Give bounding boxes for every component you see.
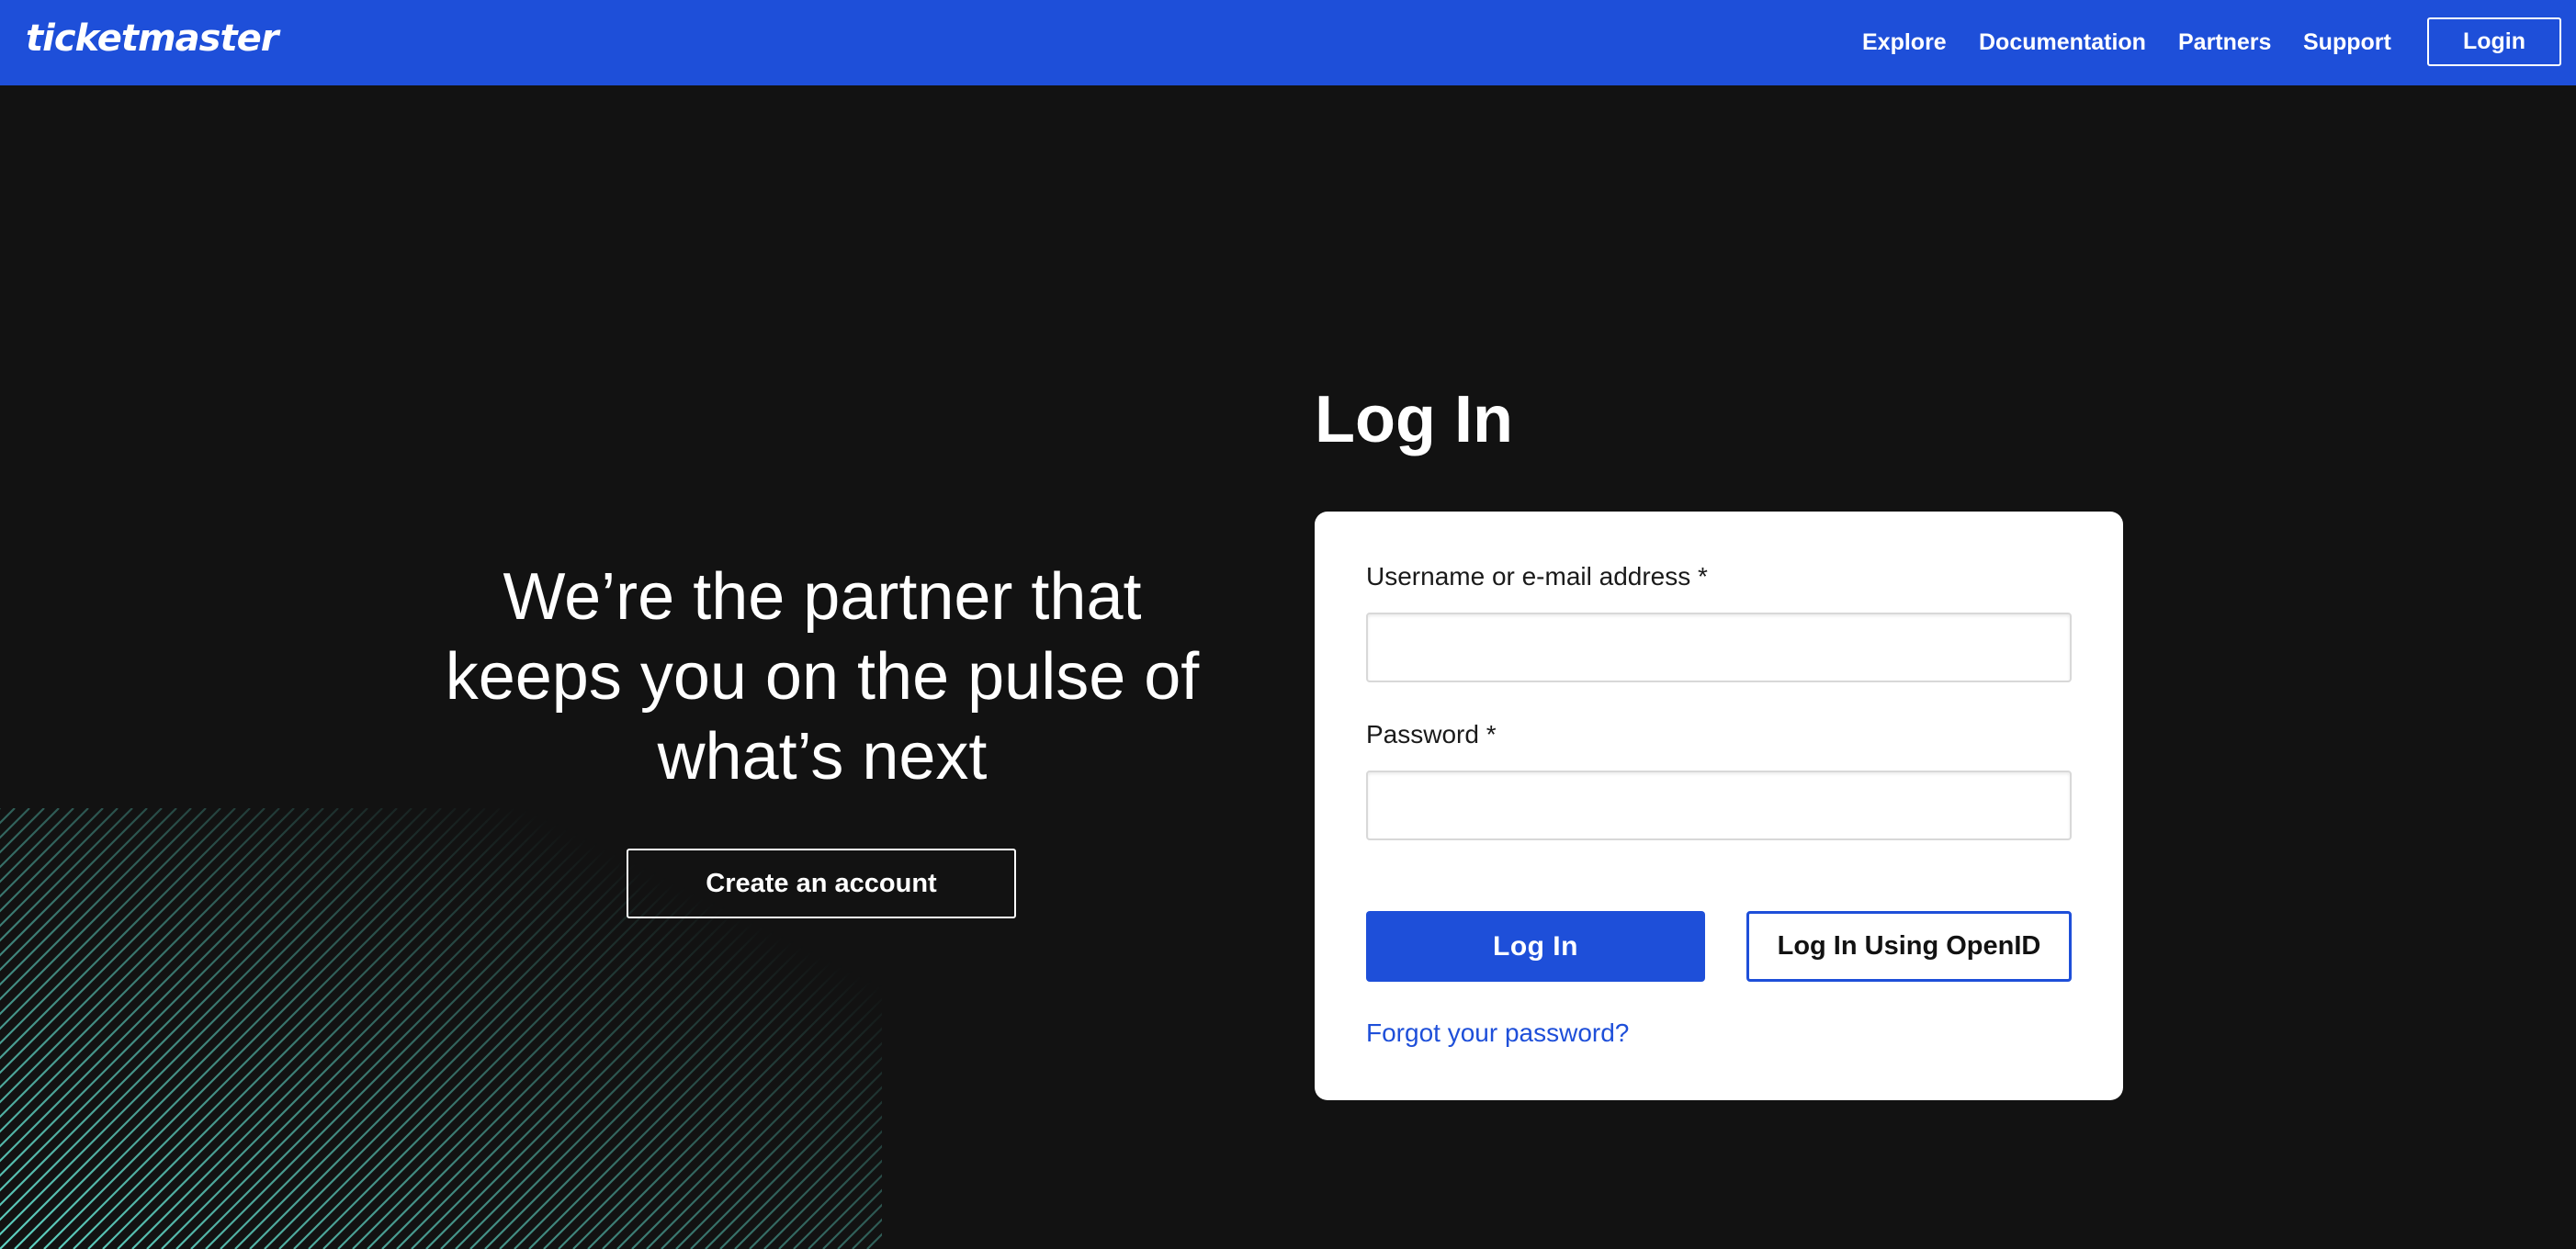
decorative-stripe bbox=[0, 808, 133, 942]
decorative-stripe bbox=[0, 808, 30, 839]
decorative-stripe bbox=[0, 808, 119, 928]
decorative-stripe bbox=[0, 808, 427, 1236]
hero-tagline-line: what’s next bbox=[657, 720, 988, 793]
decorative-stripe bbox=[0, 808, 177, 986]
decorative-stripe bbox=[0, 808, 207, 1016]
decorative-stripe bbox=[161, 808, 604, 1249]
decorative-stripe bbox=[0, 808, 324, 1133]
decorative-stripe bbox=[0, 808, 104, 913]
decorative-stripe bbox=[0, 808, 16, 825]
decorative-stripe bbox=[102, 808, 545, 1249]
decorative-stripe bbox=[0, 808, 163, 972]
decorative-stripe bbox=[0, 808, 339, 1148]
create-account-button[interactable]: Create an account bbox=[627, 849, 1016, 918]
hero-tagline-line: keeps you on the pulse of bbox=[445, 640, 1200, 714]
decorative-stripe bbox=[0, 808, 74, 883]
decorative-stripe bbox=[0, 808, 354, 1163]
ticketmaster-logo[interactable]: ticketmaster bbox=[26, 13, 278, 64]
hero-tagline-line: We’re the partner that bbox=[503, 560, 1142, 634]
decorative-stripe bbox=[0, 808, 442, 1249]
hero-tagline: We’re the partner that keeps you on the … bbox=[386, 557, 1259, 797]
top-navigation-bar: ticketmaster Explore Documentation Partn… bbox=[0, 0, 2576, 85]
decorative-stripe bbox=[220, 808, 662, 1249]
header-login-button[interactable]: Login bbox=[2427, 17, 2561, 66]
nav-support[interactable]: Support bbox=[2303, 0, 2391, 85]
decorative-stripe bbox=[73, 808, 515, 1249]
decorative-stripe bbox=[117, 808, 559, 1249]
decorative-stripe bbox=[0, 808, 192, 1001]
login-card: Username or e-mail address * Password * … bbox=[1315, 512, 2123, 1100]
decorative-stripe bbox=[43, 808, 486, 1249]
decorative-stripe bbox=[234, 808, 677, 1249]
decorative-stripe bbox=[0, 808, 148, 957]
username-label: Username or e-mail address * bbox=[1366, 562, 1708, 591]
decorative-stripe bbox=[0, 808, 45, 854]
password-input[interactable] bbox=[1366, 771, 2072, 840]
decorative-stripe bbox=[0, 808, 280, 1089]
decorative-stripe bbox=[0, 808, 398, 1207]
decorative-stripe bbox=[0, 808, 89, 898]
password-label: Password * bbox=[1366, 720, 1497, 748]
decorative-stripe bbox=[0, 808, 295, 1104]
decorative-stripe bbox=[205, 808, 648, 1249]
decorative-stripe bbox=[0, 808, 310, 1119]
decorative-stripe bbox=[0, 808, 60, 869]
nav-documentation[interactable]: Documentation bbox=[1979, 0, 2146, 85]
decorative-stripe bbox=[87, 808, 530, 1249]
decorative-stripe bbox=[0, 808, 266, 1075]
username-input[interactable] bbox=[1366, 613, 2072, 682]
decorative-stripe bbox=[175, 808, 618, 1249]
log-in-openid-button[interactable]: Log In Using OpenID bbox=[1746, 911, 2072, 982]
decorative-stripe bbox=[0, 808, 221, 1030]
forgot-password-link[interactable]: Forgot your password? bbox=[1366, 1018, 1629, 1049]
decorative-stripe bbox=[0, 808, 383, 1192]
decorative-stripe bbox=[131, 808, 574, 1249]
nav-partners[interactable]: Partners bbox=[2178, 0, 2271, 85]
nav-explore[interactable]: Explore bbox=[1862, 0, 1947, 85]
decorative-stripe bbox=[146, 808, 589, 1249]
decorative-stripe bbox=[0, 808, 368, 1177]
login-title: Log In bbox=[1315, 383, 1513, 456]
log-in-button[interactable]: Log In bbox=[1366, 911, 1705, 982]
decorative-stripe bbox=[0, 808, 251, 1060]
decorative-stripe bbox=[0, 808, 236, 1045]
decorative-stripe bbox=[249, 808, 692, 1249]
decorative-stripe bbox=[28, 808, 471, 1249]
decorative-stripe bbox=[190, 808, 633, 1249]
decorative-stripe bbox=[14, 808, 457, 1249]
decorative-stripe bbox=[58, 808, 501, 1249]
decorative-stripe bbox=[0, 808, 412, 1221]
